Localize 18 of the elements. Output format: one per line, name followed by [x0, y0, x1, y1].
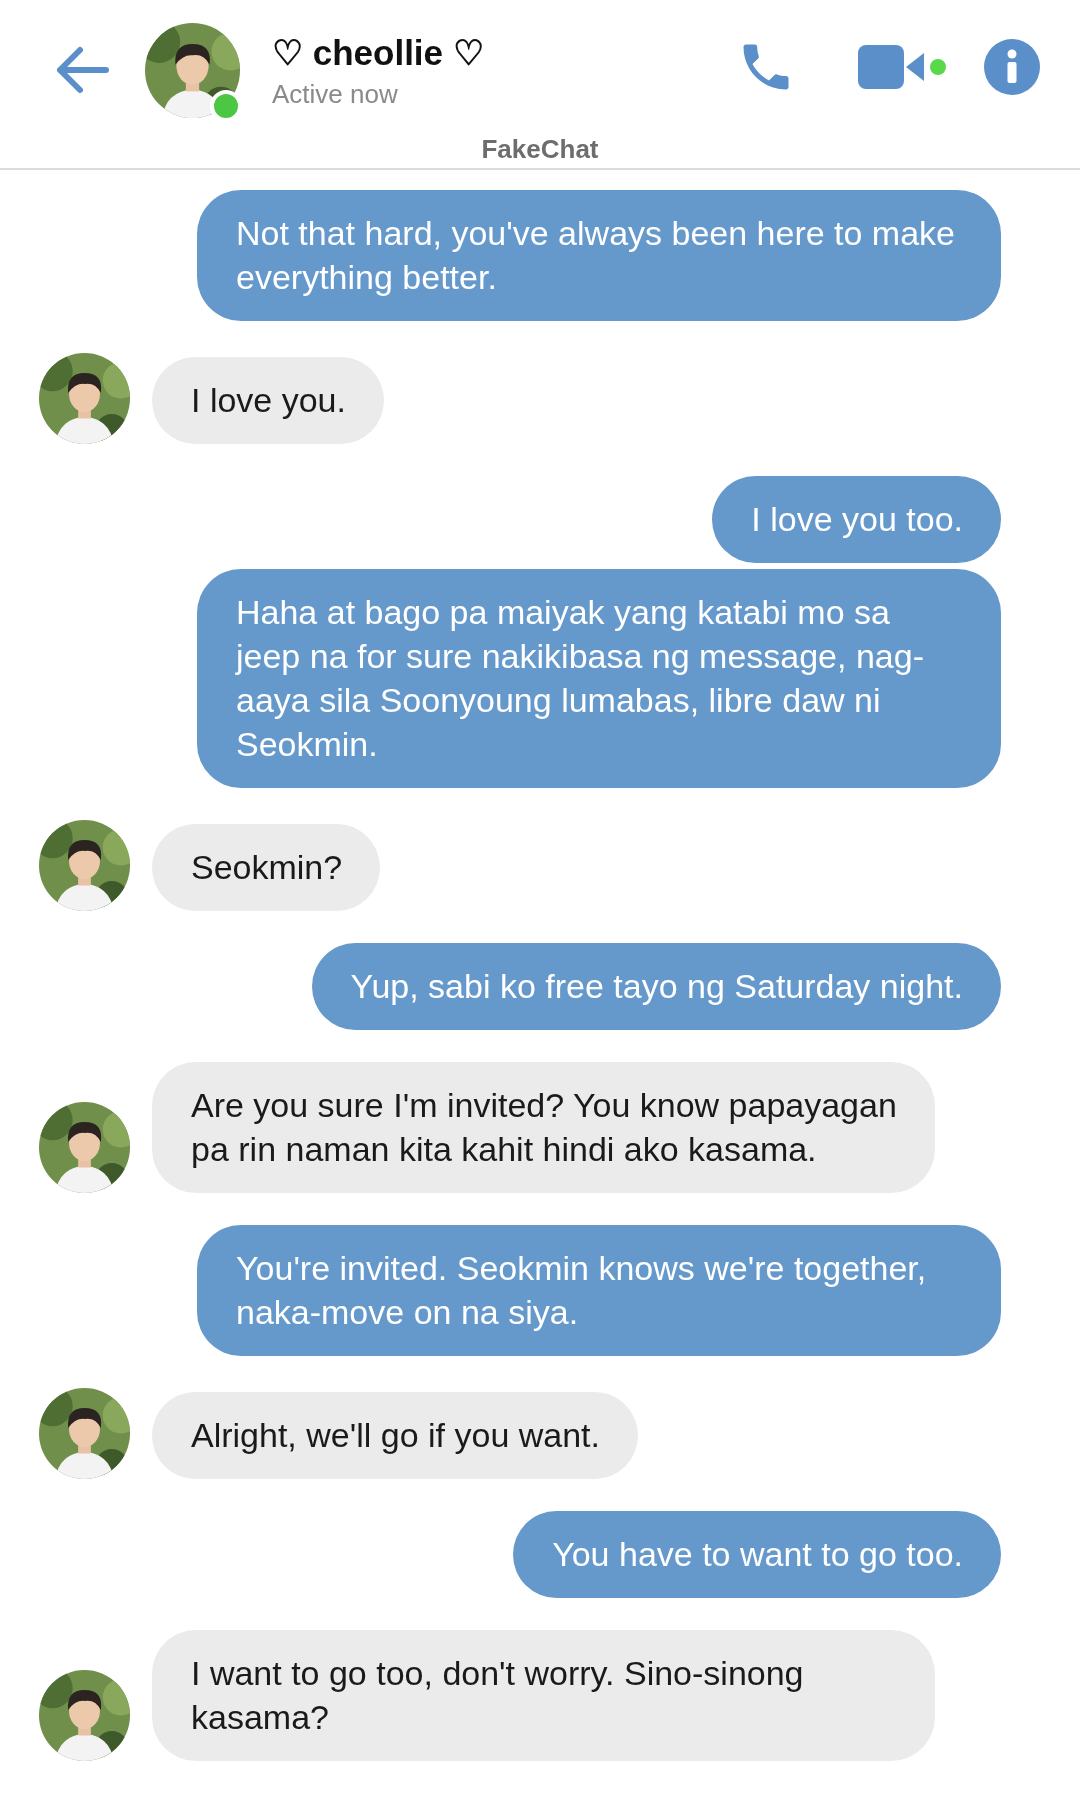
- video-camera-icon[interactable]: [858, 45, 926, 89]
- message-bubble: You have to want to go too.: [513, 1511, 1001, 1598]
- message-bubble: Seokmin?: [152, 824, 381, 911]
- message-bubble: I want to go too, don't worry. Sino-sinong kasama?: [152, 1630, 935, 1761]
- message-bubble: Yup, sabi ko free tayo ng Saturday night.: [311, 943, 1001, 1030]
- back-arrow-icon[interactable]: [54, 45, 110, 95]
- status-text: Active now: [272, 78, 399, 110]
- message-bubble: I love you too.: [712, 476, 1001, 563]
- active-dot: [930, 59, 946, 75]
- message-bubble: Not that hard, you've always been here to make everything better.: [197, 190, 1001, 321]
- contact-name: ♡ cheollie ♡: [272, 32, 484, 73]
- message-bubble: Haha at bago pa maiyak yang katabi mo sa jeep na for sure nakikibasa ng message, nag-aaya sila Soonyoung lumabas, libre daw ni Seokmin.: [197, 569, 1001, 788]
- app-label: FakeChat: [481, 134, 599, 164]
- message-bubble: You're invited. Seokmin knows we're together, naka-move on na siya.: [197, 1225, 1001, 1356]
- message-bubble: Are you sure I'm invited? You know papayagan pa rin naman kita kahit hindi ako kasama.: [152, 1062, 935, 1193]
- message-bubble: I love you.: [152, 357, 384, 444]
- message-bubble: Alright, we'll go if you want.: [152, 1392, 638, 1479]
- info-icon[interactable]: [984, 39, 1040, 95]
